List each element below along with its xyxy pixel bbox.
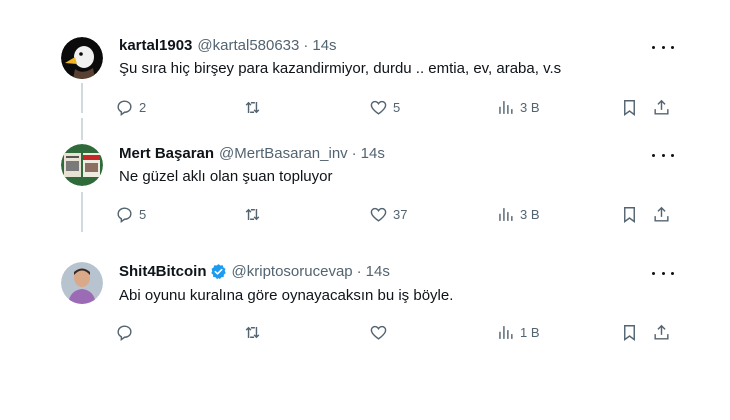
timestamp[interactable]: 14s	[361, 145, 385, 162]
reply-icon	[117, 206, 132, 223]
thread-line	[81, 83, 83, 113]
tweet-actions: 2 5 3 B	[115, 96, 675, 118]
retweet-button[interactable]	[243, 96, 267, 118]
like-button[interactable]	[369, 321, 393, 343]
separator-dot: ·	[356, 263, 362, 280]
more-icon[interactable]	[652, 148, 674, 162]
tweet-text: Ne güzel aklı olan şuan topluyor	[119, 168, 333, 185]
retweet-button[interactable]	[243, 203, 267, 225]
user-handle[interactable]: @kriptosorucevap	[232, 263, 353, 280]
tweet-header: Mert Başaran @MertBasaran_inv · 14s	[119, 145, 385, 162]
views-icon	[499, 325, 513, 339]
reply-count: 5	[139, 206, 147, 222]
views-count: 1 B	[520, 324, 540, 340]
more-icon[interactable]	[652, 40, 674, 54]
reply-button[interactable]: 2	[115, 96, 146, 118]
separator-dot: ·	[303, 37, 309, 54]
user-handle[interactable]: @MertBasaran_inv	[219, 145, 348, 162]
bookmark-icon	[624, 324, 635, 341]
retweet-icon	[245, 326, 260, 338]
thread-line	[81, 192, 83, 232]
share-icon	[654, 99, 669, 115]
tweet-actions: 5 37 3 B	[115, 203, 675, 225]
views-count: 3 B	[520, 206, 540, 222]
retweet-button[interactable]	[243, 321, 267, 343]
share-button[interactable]	[652, 96, 671, 118]
retweet-icon	[245, 208, 260, 220]
share-button[interactable]	[652, 203, 671, 225]
reply-icon	[117, 324, 132, 341]
avatar[interactable]	[61, 262, 103, 304]
tweet-header: Shit4Bitcoin @kriptosorucevap · 14s	[119, 263, 390, 280]
separator-dot: ·	[351, 145, 357, 162]
like-button[interactable]: 5	[369, 96, 400, 118]
views-button[interactable]: 3 B	[496, 96, 540, 118]
display-name[interactable]: Shit4Bitcoin	[119, 263, 207, 280]
display-name[interactable]: Mert Başaran	[119, 145, 214, 162]
share-button[interactable]	[652, 321, 671, 343]
like-icon	[370, 207, 387, 222]
verified-badge-icon	[210, 264, 226, 280]
avatar[interactable]	[61, 37, 103, 79]
views-icon	[499, 100, 513, 114]
views-count: 3 B	[520, 99, 540, 115]
bookmark-icon	[624, 206, 635, 223]
views-icon	[499, 207, 513, 221]
reply-button[interactable]: 5	[115, 203, 146, 225]
bookmark-button[interactable]	[620, 96, 639, 118]
reply-button[interactable]	[115, 321, 139, 343]
more-icon[interactable]	[652, 266, 674, 280]
share-icon	[654, 324, 669, 340]
like-icon	[370, 100, 387, 115]
reply-count: 2	[139, 99, 147, 115]
bookmark-button[interactable]	[620, 203, 639, 225]
thread-line	[81, 118, 83, 140]
display-name[interactable]: kartal1903	[119, 37, 192, 54]
timestamp[interactable]: 14s	[312, 37, 336, 54]
like-count: 37	[393, 206, 408, 222]
views-button[interactable]: 3 B	[496, 203, 540, 225]
retweet-icon	[245, 101, 260, 113]
user-handle[interactable]: @kartal580633	[197, 37, 299, 54]
tweet-actions: 1 B	[115, 321, 675, 343]
timestamp[interactable]: 14s	[366, 263, 390, 280]
like-count: 5	[393, 99, 401, 115]
tweet-text: Abi oyunu kuralına göre oynayacaksın bu …	[119, 287, 454, 304]
bookmark-button[interactable]	[620, 321, 639, 343]
avatar[interactable]	[61, 144, 103, 186]
like-icon	[370, 325, 387, 340]
views-button[interactable]: 1 B	[496, 321, 540, 343]
tweet-header: kartal1903 @kartal580633 · 14s	[119, 37, 337, 54]
tweet-text: Şu sıra hiç birşey para kazandirmiyor, d…	[119, 60, 562, 77]
bookmark-icon	[624, 99, 635, 116]
reply-icon	[117, 99, 132, 116]
share-icon	[654, 206, 669, 222]
like-button[interactable]: 37	[369, 203, 407, 225]
